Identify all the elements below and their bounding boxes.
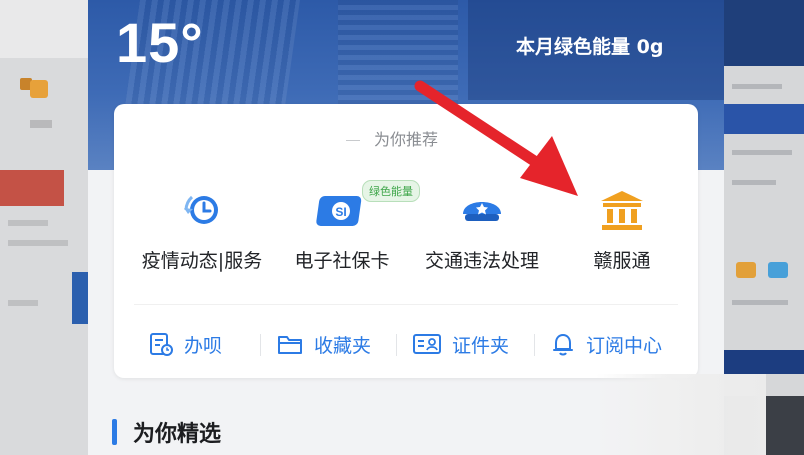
tool-label: 办呗 [184, 334, 223, 357]
tool-certificates[interactable]: 证件夹 [412, 324, 509, 364]
tool-label: 收藏夹 [314, 334, 372, 357]
service-label: 赣服通 [593, 250, 651, 272]
tool-favorites[interactable]: 收藏夹 [276, 324, 371, 364]
card-divider [134, 304, 678, 305]
form-clock-icon [148, 331, 174, 357]
service-ganfutong[interactable]: 赣服通 [552, 184, 692, 273]
tool-bar: 办呗 收藏夹 证件夹 订阅中心 [114, 324, 698, 364]
tool-separator [396, 334, 397, 356]
government-building-icon [552, 184, 692, 236]
blurred-overlay [596, 374, 766, 455]
tool-separator [534, 334, 535, 356]
recommend-card: 为你推荐 疫情动态|服务 SI 电子社保卡 绿色能量 交通违法处理 赣服通 办呗… [114, 104, 698, 378]
service-epidemic[interactable]: 疫情动态|服务 [132, 184, 272, 273]
bell-icon [550, 331, 576, 357]
folder-icon [276, 331, 304, 357]
service-traffic-violation[interactable]: 交通违法处理 [412, 184, 552, 273]
service-label: 电子社保卡 [294, 250, 390, 272]
service-label: 疫情动态|服务 [141, 250, 263, 272]
tool-label: 订阅中心 [586, 334, 663, 357]
tool-banbei[interactable]: 办呗 [148, 324, 222, 364]
featured-section-header: 为你精选 [112, 416, 221, 448]
service-label: 交通违法处理 [424, 250, 539, 272]
tool-subscriptions[interactable]: 订阅中心 [550, 324, 662, 364]
recommend-title: 为你推荐 [114, 126, 698, 150]
section-title: 为你精选 [133, 422, 222, 447]
svg-text:SI: SI [335, 205, 346, 219]
temperature: 15° [116, 11, 204, 74]
green-energy-label[interactable]: 本月绿色能量 0g [516, 32, 663, 59]
background-app-left [0, 0, 88, 455]
tool-label: 证件夹 [452, 334, 510, 357]
clock-refresh-icon [132, 184, 272, 236]
police-cap-icon [412, 184, 552, 236]
id-card-icon [412, 331, 442, 357]
section-accent-bar [112, 419, 117, 445]
tool-separator [260, 334, 261, 356]
